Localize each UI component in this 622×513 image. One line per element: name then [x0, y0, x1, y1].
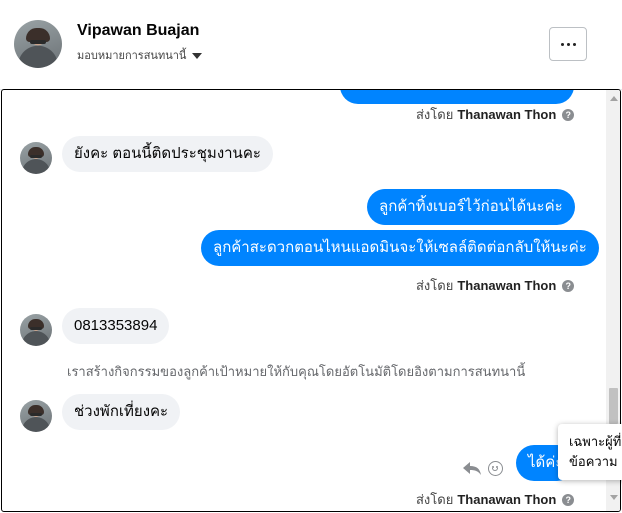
- contact-avatar-small[interactable]: [20, 142, 52, 174]
- message-bubble-outgoing-partial[interactable]: [340, 90, 574, 104]
- sent-by-label: ส่งโดย Thanawan Thon ?: [416, 489, 575, 510]
- emoji-icon[interactable]: [488, 461, 503, 476]
- conversation-header: Vipawan Buajan มอบหมายการสนทนานี้: [0, 0, 622, 90]
- question-icon[interactable]: ?: [562, 279, 575, 292]
- tooltip-line: ข้อความ: [569, 454, 618, 469]
- contact-avatar[interactable]: [14, 20, 62, 68]
- assign-conversation-dropdown[interactable]: มอบหมายการสนทนานี้: [77, 46, 203, 64]
- more-horizontal-icon: [560, 42, 564, 46]
- message-bubble-incoming[interactable]: ช่วงพักเที่ยงคะ: [62, 394, 181, 430]
- scroll-thumb[interactable]: [609, 388, 618, 424]
- caret-down-icon: [192, 52, 203, 59]
- message-thread[interactable]: ส่งโดย Thanawan Thon ? ยังคะ ตอนนี้ติดปร…: [1, 89, 621, 512]
- agent-name: Thanawan Thon: [457, 278, 557, 293]
- contact-avatar-small[interactable]: [20, 314, 52, 346]
- scroll-up-arrow-icon[interactable]: [610, 96, 618, 101]
- scroll-down-arrow-icon[interactable]: [610, 495, 618, 500]
- message-bubble-outgoing[interactable]: ลูกค้าทิ้งเบอร์ไว้ก่อนได้นะค่ะ: [367, 189, 575, 225]
- more-options-button[interactable]: [549, 27, 587, 61]
- question-icon[interactable]: ?: [562, 493, 575, 506]
- reply-icon[interactable]: [462, 460, 482, 476]
- sent-by-label: ส่งโดย Thanawan Thon ?: [416, 275, 575, 296]
- tooltip-line: เฉพาะผู้ที่: [569, 434, 622, 449]
- contact-avatar-small[interactable]: [20, 400, 52, 432]
- message-list: ส่งโดย Thanawan Thon ? ยังคะ ตอนนี้ติดปร…: [2, 90, 606, 511]
- contact-name[interactable]: Vipawan Buajan: [77, 22, 199, 40]
- sent-by-label: ส่งโดย Thanawan Thon ?: [416, 104, 575, 125]
- agent-name: Thanawan Thon: [457, 492, 557, 507]
- assign-label: มอบหมายการสนทนานี้: [77, 50, 187, 62]
- message-bubble-outgoing[interactable]: ลูกค้าสะดวกตอนไหนแอดมินจะให้เซลล์ติดต่อก…: [201, 230, 599, 266]
- agent-name: Thanawan Thon: [457, 107, 557, 122]
- tooltip: เฉพาะผู้ที่ ข้อความ: [558, 424, 622, 480]
- question-icon[interactable]: ?: [562, 108, 575, 121]
- message-bubble-incoming[interactable]: 0813353894: [62, 308, 170, 344]
- message-bubble-incoming[interactable]: ยังคะ ตอนนี้ติดประชุมงานคะ: [62, 136, 273, 172]
- system-notice: เราสร้างกิจกรรมของลูกค้าเป้าหมายให้กับคุ…: [67, 364, 526, 379]
